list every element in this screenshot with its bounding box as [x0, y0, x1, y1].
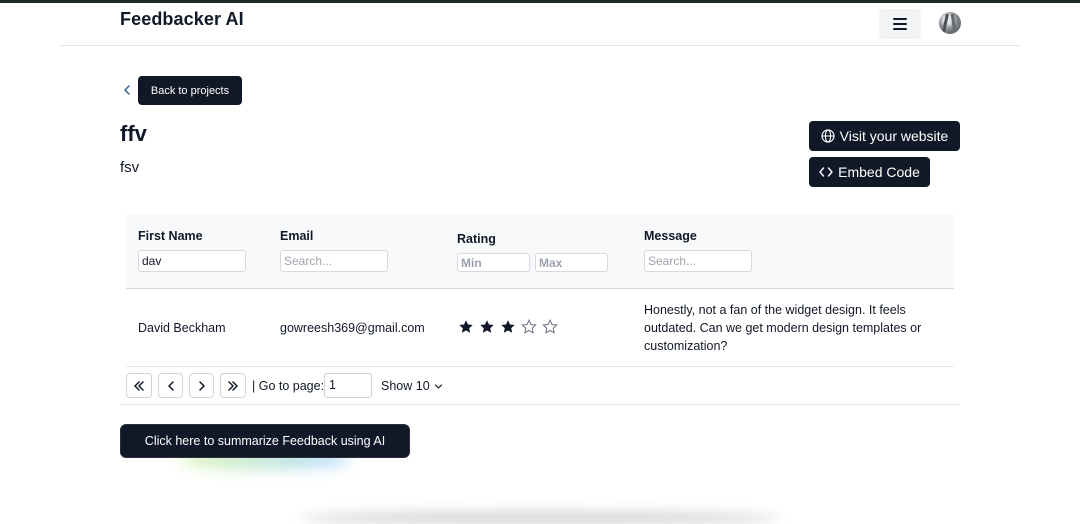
hamburger-icon-line	[893, 28, 907, 30]
go-to-page-label: | Go to page:	[252, 379, 325, 393]
row-message: Honestly, not a fan of the widget design…	[644, 303, 922, 353]
table-row: David Beckham gowreesh369@gmail.com Hone…	[126, 289, 954, 367]
navbar: Feedbacker AI	[60, 3, 1020, 46]
chevrons-left-icon	[134, 380, 144, 391]
column-header-email[interactable]: Email	[280, 229, 313, 243]
menu-button[interactable]	[879, 9, 921, 39]
brand-logo[interactable]: Feedbacker AI	[120, 9, 244, 30]
visit-website-button[interactable]: Visit your website	[809, 121, 960, 151]
first-page-button[interactable]	[126, 373, 152, 398]
column-header-first-name[interactable]: First Name	[138, 229, 203, 243]
hamburger-icon-line	[893, 23, 907, 25]
message-filter-input[interactable]: Search...	[644, 250, 752, 272]
star-filled-icon	[501, 320, 515, 333]
last-page-button[interactable]	[220, 373, 246, 398]
star-empty-icon	[521, 319, 537, 334]
bottom-shadow	[300, 512, 780, 524]
chevrons-right-icon	[228, 380, 238, 391]
divider	[120, 404, 960, 405]
email-filter-input[interactable]: Search...	[280, 250, 388, 272]
chevron-down-icon	[434, 383, 442, 389]
table-header: First Name dav Email Search... Rating Mi…	[126, 214, 954, 289]
star-filled-icon	[480, 320, 494, 333]
hamburger-icon	[893, 18, 907, 20]
embed-code-label: Embed Code	[838, 164, 920, 180]
page-size-label: Show 10	[381, 379, 430, 393]
chevron-left-icon	[167, 380, 174, 391]
first-name-filter-input[interactable]: dav	[138, 250, 246, 272]
chevron-left-icon[interactable]	[120, 82, 134, 98]
column-header-message[interactable]: Message	[644, 229, 697, 243]
project-description: fsv	[120, 159, 140, 176]
star-filled-icon	[459, 320, 473, 333]
next-page-button[interactable]	[189, 373, 214, 398]
page-size-select[interactable]: Show 10	[381, 379, 443, 393]
summarize-feedback-button[interactable]: Click here to summarize Feedback using A…	[120, 424, 410, 458]
back-to-projects-button[interactable]: Back to projects	[138, 76, 242, 105]
rating-stars	[458, 319, 558, 335]
row-email: gowreesh369@gmail.com	[280, 321, 425, 335]
code-icon	[819, 167, 833, 177]
column-header-rating[interactable]: Rating	[457, 232, 496, 246]
row-first-name: David Beckham	[138, 321, 226, 335]
chevron-right-icon	[198, 380, 205, 391]
visit-website-label: Visit your website	[839, 128, 949, 144]
rating-min-input[interactable]: Min	[457, 253, 530, 272]
globe-icon	[821, 129, 835, 143]
previous-page-button[interactable]	[158, 373, 183, 398]
avatar[interactable]	[939, 12, 961, 34]
go-to-page-input[interactable]: 1	[324, 373, 372, 398]
rating-max-input[interactable]: Max	[535, 253, 608, 272]
project-title: ffv	[120, 121, 147, 146]
embed-code-button[interactable]: Embed Code	[809, 157, 930, 187]
star-empty-icon	[542, 319, 558, 334]
